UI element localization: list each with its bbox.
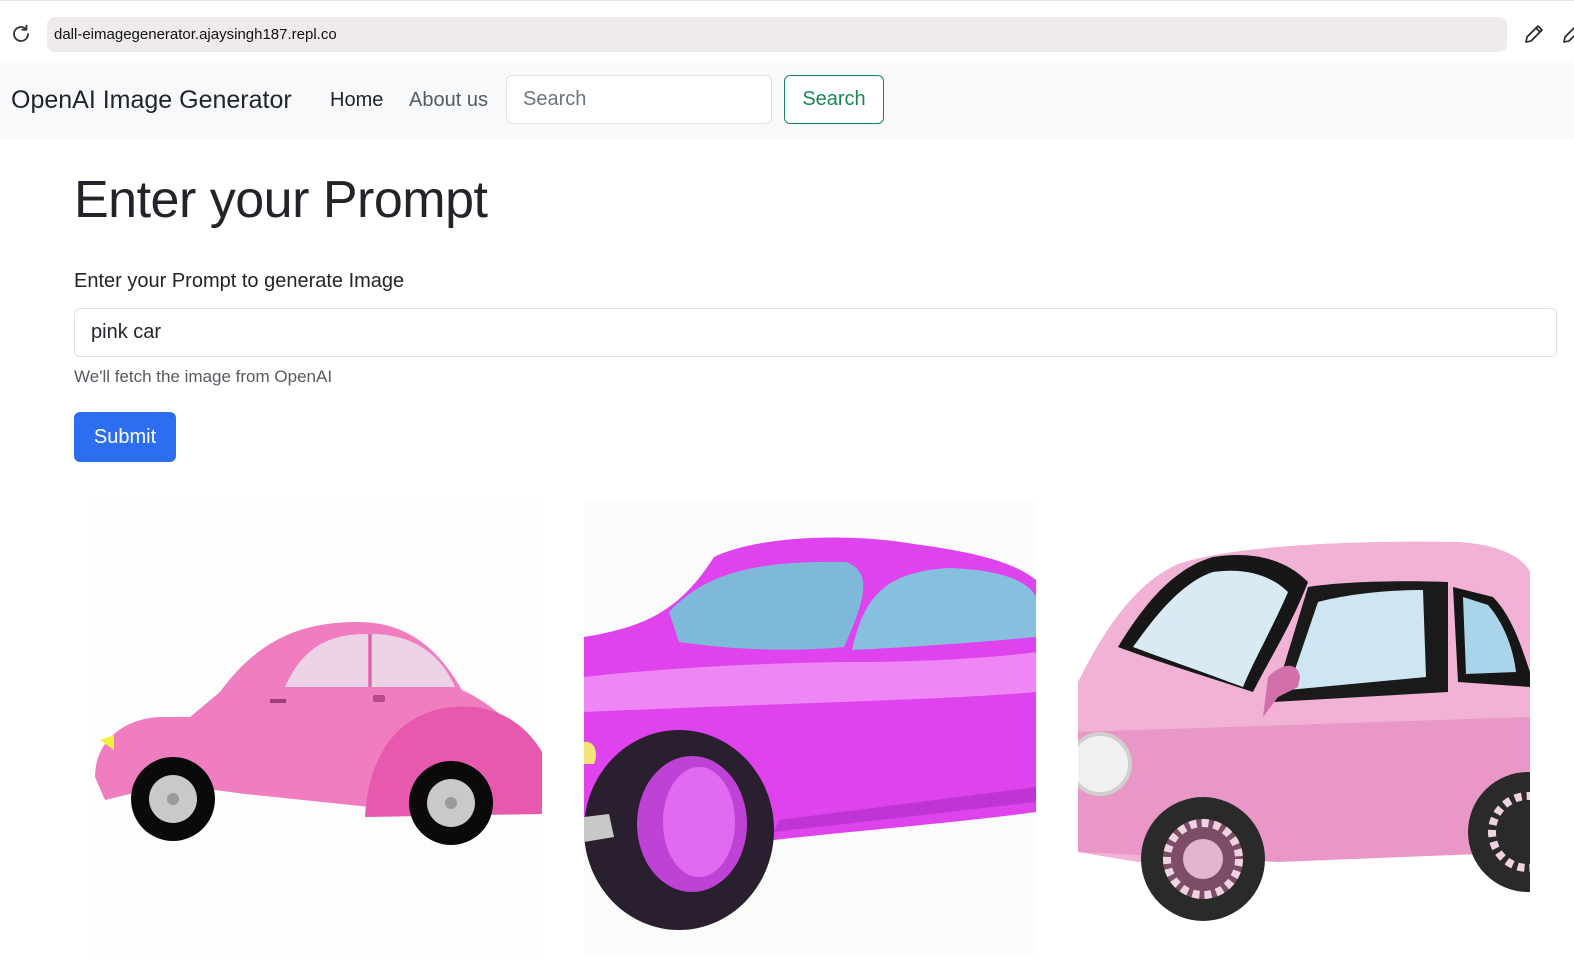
generated-image-pink-compact-car xyxy=(1078,502,1530,954)
nav-link-about-us[interactable]: About us xyxy=(409,89,488,112)
pencil-icon[interactable] xyxy=(1560,22,1574,46)
page-title: Enter your Prompt xyxy=(74,171,488,229)
navbar-brand[interactable]: OpenAI Image Generator xyxy=(11,86,292,115)
reload-icon[interactable] xyxy=(10,23,32,45)
pencil-icon[interactable] xyxy=(1522,22,1546,46)
generated-image-magenta-sports-car xyxy=(584,502,1036,954)
navbar-search-input[interactable] xyxy=(506,75,772,124)
prompt-help-text: We'll fetch the image from OpenAI xyxy=(74,367,333,386)
generated-image-pink-beetle-car xyxy=(90,502,542,954)
prompt-label: Enter your Prompt to generate Image xyxy=(74,270,405,292)
submit-button[interactable]: Submit xyxy=(74,412,176,462)
prompt-input[interactable] xyxy=(74,308,1557,357)
url-text: dall-eimagegenerator.ajaysingh187.repl.c… xyxy=(54,26,337,43)
address-bar[interactable]: dall-eimagegenerator.ajaysingh187.repl.c… xyxy=(47,17,1507,52)
nav-link-home[interactable]: Home xyxy=(330,89,383,112)
navbar-search-button[interactable]: Search xyxy=(784,75,884,124)
